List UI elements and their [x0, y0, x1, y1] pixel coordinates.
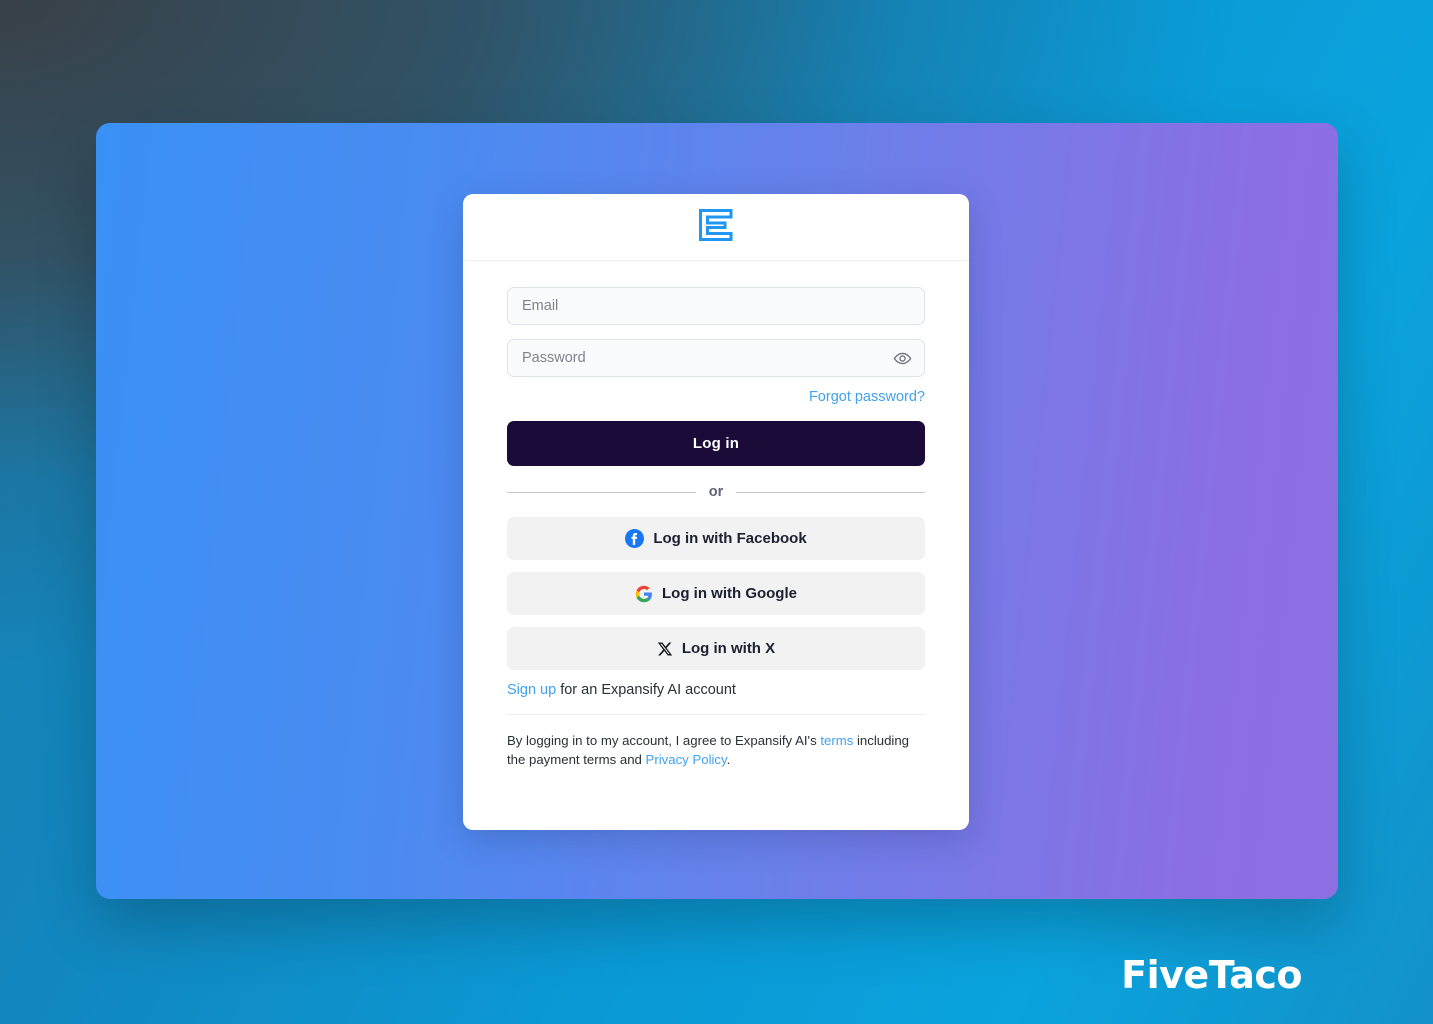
- login-card: Forgot password? Log in or Log in with F…: [463, 194, 969, 830]
- login-button[interactable]: Log in: [507, 421, 925, 466]
- eye-icon[interactable]: [890, 346, 914, 370]
- email-input[interactable]: [507, 287, 925, 325]
- login-with-x-button[interactable]: Log in with X: [507, 627, 925, 670]
- login-with-google-label: Log in with Google: [662, 585, 797, 602]
- login-with-google-button[interactable]: Log in with Google: [507, 572, 925, 615]
- expansify-e-logo-icon: [698, 208, 734, 247]
- divider-rule-left: [507, 491, 696, 493]
- login-with-x-label: Log in with X: [681, 640, 776, 657]
- forgot-password-link[interactable]: Forgot password?: [809, 389, 925, 405]
- google-icon: [635, 585, 653, 603]
- card-header: [463, 194, 969, 261]
- terms-link[interactable]: terms: [820, 733, 853, 748]
- password-input[interactable]: [507, 339, 925, 377]
- x-twitter-icon: [657, 641, 673, 657]
- facebook-icon: [625, 529, 645, 548]
- login-with-facebook-button[interactable]: Log in with Facebook: [507, 517, 925, 560]
- signup-rest-text: for an Expansify AI account: [556, 682, 736, 698]
- password-field-wrapper: [507, 339, 925, 377]
- sign-up-link[interactable]: Sign up: [507, 682, 556, 698]
- fivetaco-watermark: FiveTaco: [1121, 953, 1302, 997]
- login-with-facebook-label: Log in with Facebook: [653, 530, 807, 547]
- divider-rule-right: [736, 491, 925, 493]
- or-label: or: [708, 484, 724, 500]
- card-body: Forgot password? Log in or Log in with F…: [463, 261, 969, 769]
- legal-part-1: By logging in to my account, I agree to …: [507, 733, 821, 748]
- legal-part-3: .: [726, 752, 731, 767]
- email-field-wrapper: [507, 287, 925, 325]
- signup-line: Sign up for an Expansify AI account: [507, 682, 925, 715]
- legal-text: By logging in to my account, I agree to …: [507, 731, 925, 769]
- privacy-policy-link[interactable]: Privacy Policy: [646, 752, 727, 767]
- or-divider: or: [507, 484, 925, 500]
- forgot-password-row: Forgot password?: [507, 388, 925, 406]
